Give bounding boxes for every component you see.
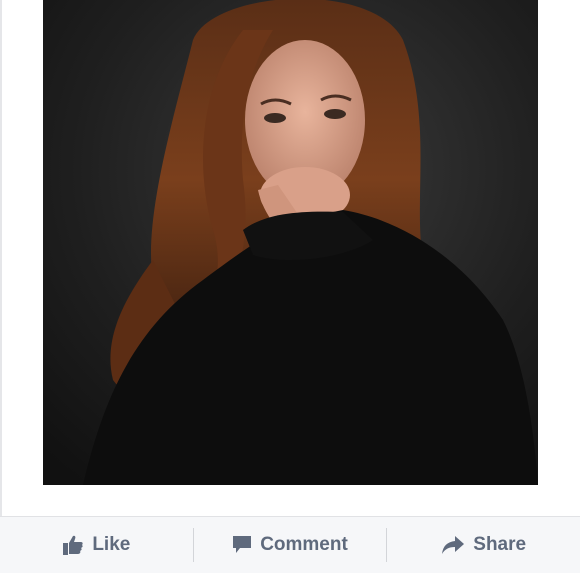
like-button[interactable]: Like (0, 517, 193, 573)
post-footer-strip (0, 573, 580, 580)
comment-icon (232, 535, 252, 555)
post-photo[interactable] (43, 0, 538, 485)
share-label: Share (473, 534, 527, 555)
like-label: Like (92, 534, 131, 555)
post-border (0, 0, 2, 516)
thumbs-up-icon (62, 534, 84, 556)
share-button[interactable]: Share (387, 517, 580, 573)
comment-label: Comment (260, 534, 348, 555)
feed-post: Like Comment Share (0, 0, 580, 580)
share-arrow-icon (441, 535, 465, 555)
post-action-bar: Like Comment Share (0, 516, 580, 574)
comment-button[interactable]: Comment (194, 517, 387, 573)
